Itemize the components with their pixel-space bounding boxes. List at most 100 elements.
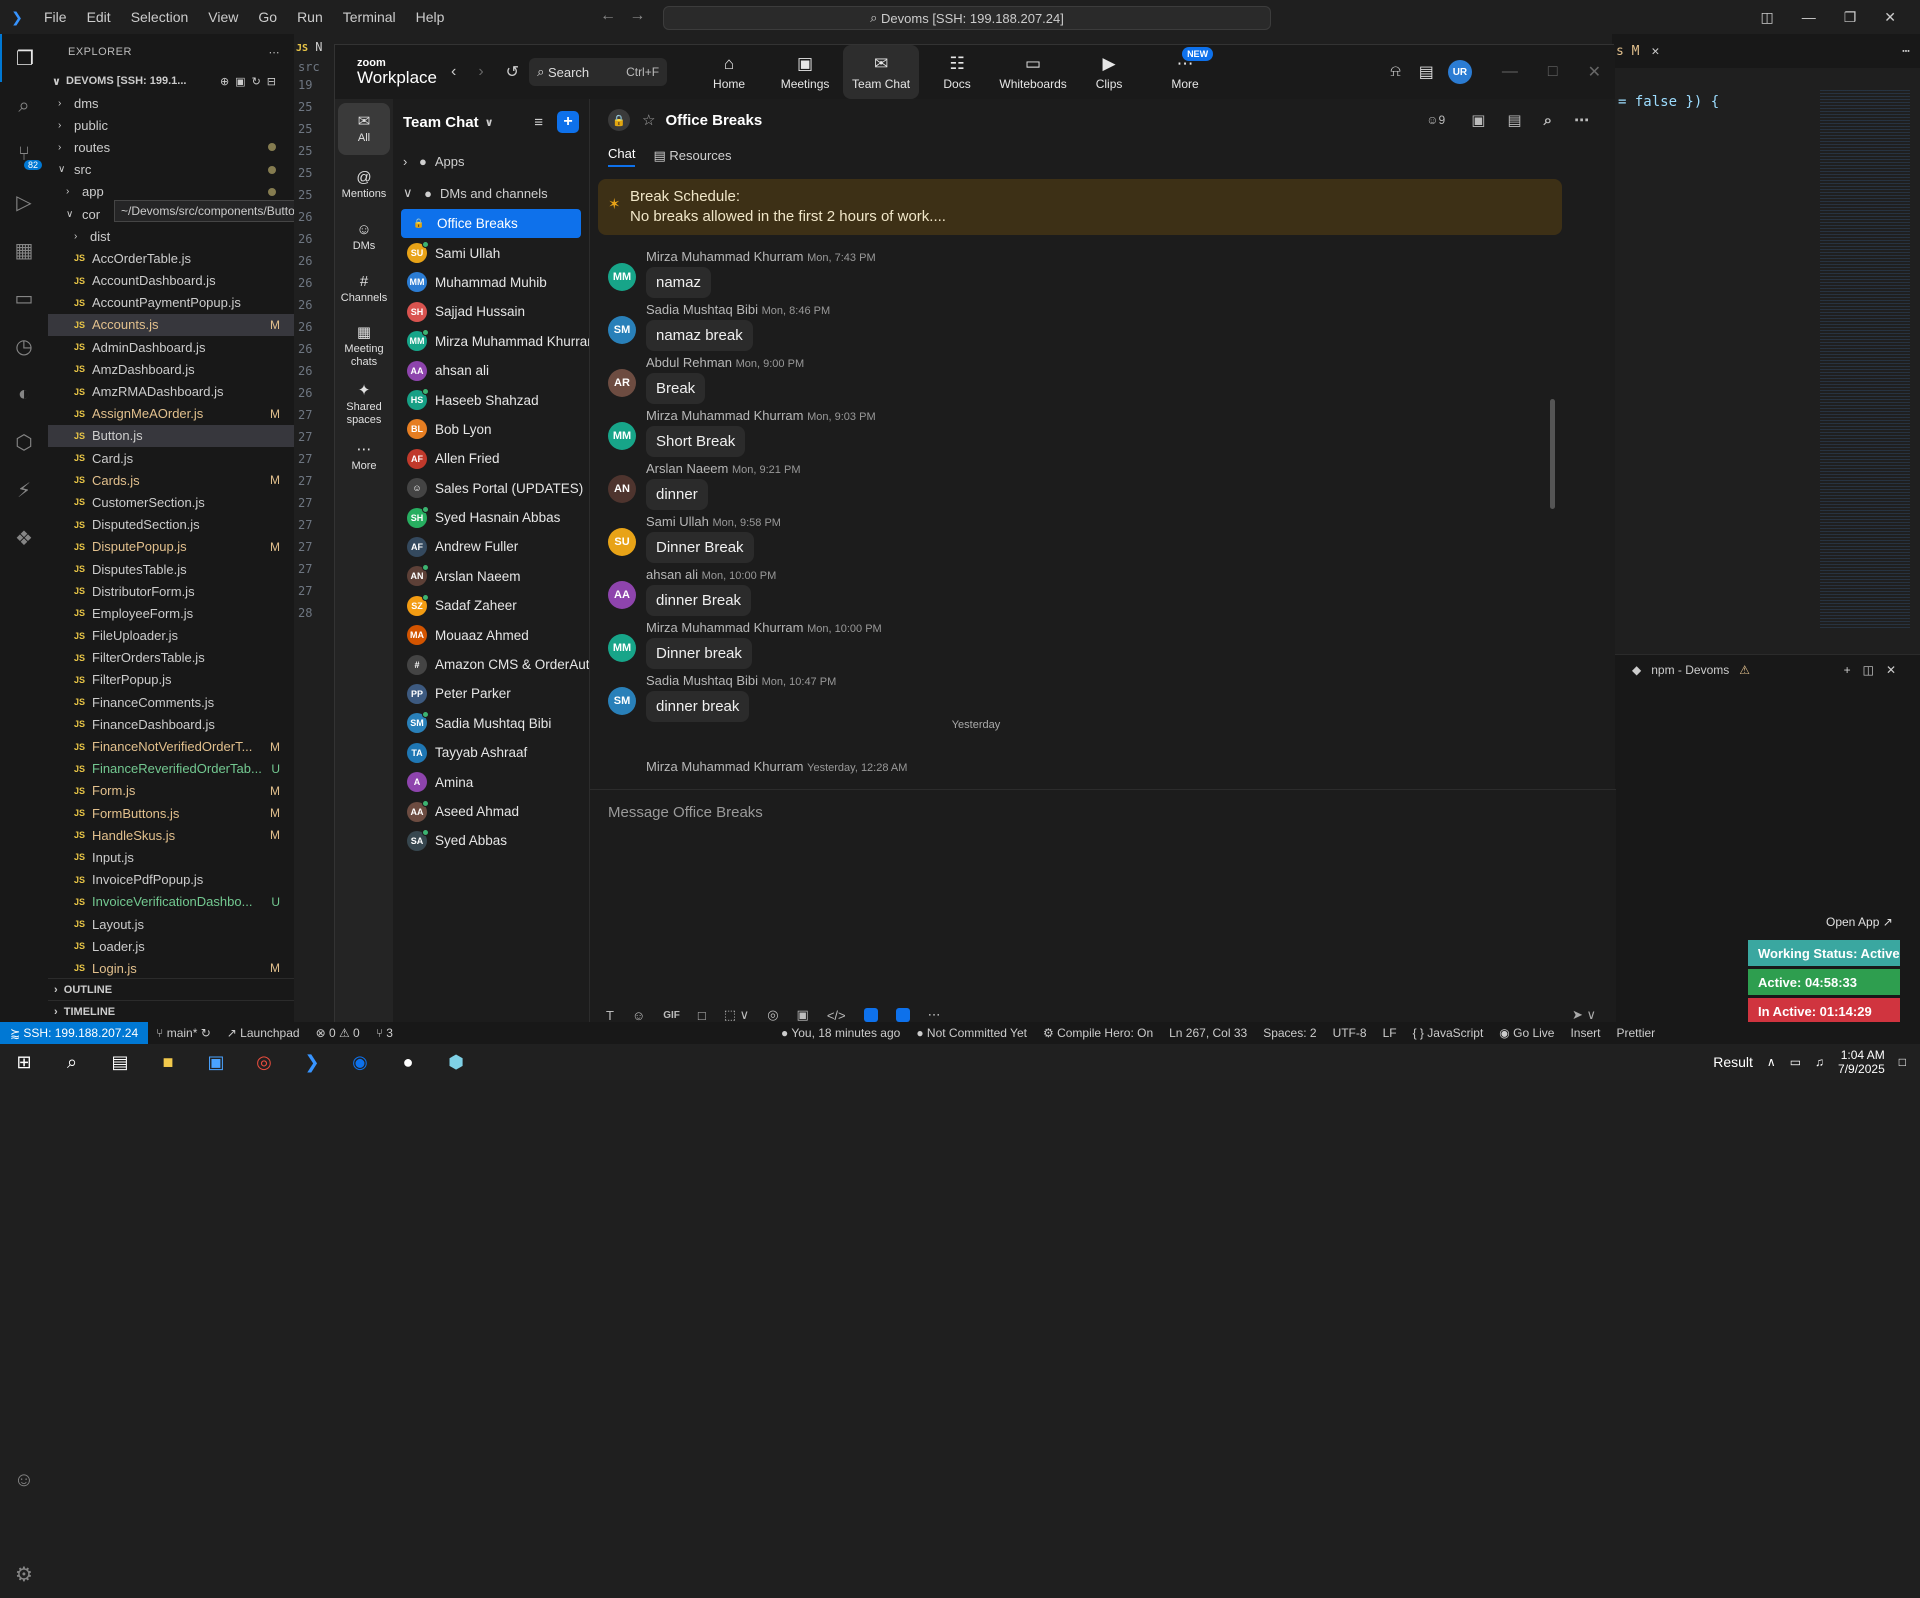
zoom-taskbar-icon[interactable]: ◉ — [336, 1044, 384, 1080]
channel-item[interactable]: 🔒 Office Breaks — [401, 209, 581, 239]
maximize-icon[interactable]: □ — [1548, 63, 1558, 81]
task-view-icon[interactable]: ▤ — [96, 1044, 144, 1080]
code-icon[interactable]: </> — [827, 1008, 846, 1023]
message-author[interactable]: Mirza Muhammad Khurram — [646, 620, 804, 635]
source-control-icon[interactable]: ⑂ 82 — [0, 130, 48, 178]
explorer-icon[interactable]: ❐ — [0, 34, 48, 82]
run-debug-icon[interactable]: ▷ — [0, 178, 48, 226]
file-row[interactable]: JS AccountDashboard.js — [48, 270, 294, 292]
forward-arrow-icon[interactable]: › — [478, 63, 483, 81]
clock[interactable]: 1:04 AM 7/9/2025 — [1838, 1048, 1885, 1077]
menu-run[interactable]: Run — [297, 9, 323, 25]
channel-item[interactable]: AA Aseed Ahmad — [393, 797, 589, 826]
channel-item[interactable]: # Amazon CMS & OrderAuto... — [393, 650, 589, 679]
network-icon[interactable]: ▭ — [1790, 1055, 1801, 1069]
file-row[interactable]: JS AccountPaymentPopup.js — [48, 292, 294, 314]
file-row[interactable]: JS FormButtons.js M — [48, 802, 294, 824]
filter-icon[interactable]: ≡ — [534, 114, 543, 131]
channel-item[interactable]: TA Tayyab Ashraaf — [393, 738, 589, 767]
tab-docs[interactable]: ☷ Docs — [919, 45, 995, 99]
message-author[interactable]: Sadia Mushtaq Bibi — [646, 673, 758, 688]
encoding[interactable]: UTF-8 — [1333, 1026, 1367, 1040]
branch-indicator[interactable]: ⑂ main* ↻ — [156, 1026, 211, 1040]
message-author[interactable]: Abdul Rehman — [646, 355, 732, 370]
tab-whiteboards[interactable]: ▭ Whiteboards — [995, 45, 1071, 99]
avatar[interactable]: AN — [608, 475, 636, 503]
result-label[interactable]: Result — [1713, 1054, 1753, 1070]
chat-list-title[interactable]: Team Chat — [403, 114, 479, 131]
message-author[interactable]: Sami Ullah — [646, 514, 709, 529]
avatar[interactable]: SU — [608, 528, 636, 556]
rail-shared-spaces[interactable]: ✦ Shared spaces — [335, 377, 393, 431]
file-row[interactable]: JS AssignMeAOrder.js M — [48, 403, 294, 425]
chevron-down-icon[interactable]: ∨ — [485, 116, 494, 129]
avatar[interactable]: SM — [608, 316, 636, 344]
blame-indicator[interactable]: ● You, 18 minutes ago — [781, 1026, 900, 1040]
app-icon[interactable] — [863, 1008, 878, 1022]
file-icon[interactable]: □ — [698, 1008, 706, 1023]
channel-item[interactable]: SA Syed Abbas — [393, 826, 589, 855]
language-mode[interactable]: { } JavaScript — [1413, 1026, 1484, 1040]
star-icon[interactable]: ☆ — [642, 111, 655, 129]
explorer-actions-icon[interactable]: ⊕▣↻⊟ — [220, 75, 282, 88]
folder-row[interactable]: › public — [48, 114, 294, 136]
insert-mode[interactable]: Insert — [1570, 1026, 1600, 1040]
close-icon[interactable]: ✕ — [1588, 62, 1601, 82]
file-row[interactable]: JS InvoicePdfPopup.js — [48, 869, 294, 891]
message-bubble[interactable]: dinner break — [646, 691, 750, 722]
menu-edit[interactable]: Edit — [87, 9, 111, 25]
message-author[interactable]: Arslan Naeem — [646, 461, 728, 476]
channel-item[interactable]: AF Allen Fried — [393, 444, 589, 473]
channel-item[interactable]: SZ Sadaf Zaheer — [393, 591, 589, 620]
layout-icon[interactable]: ◫ — [1760, 9, 1773, 26]
tab-chat[interactable]: Chat — [608, 146, 636, 167]
timeline-icon[interactable]: ◷ — [0, 322, 48, 370]
history-icon[interactable]: ↺ — [506, 62, 519, 82]
menu-view[interactable]: View — [208, 9, 238, 25]
search-icon[interactable]: ⌕ — [48, 1044, 96, 1080]
rail-more[interactable]: ⋯ More — [335, 431, 393, 483]
gif-icon[interactable]: GIF — [663, 1010, 680, 1021]
file-row[interactable]: JS Layout.js — [48, 913, 294, 935]
volume-icon[interactable]: ♫ — [1815, 1055, 1824, 1069]
file-row[interactable]: JS AdminDashboard.js — [48, 336, 294, 358]
python-icon[interactable]: ❖ — [0, 514, 48, 562]
calendar-icon[interactable]: ▤ — [1507, 111, 1521, 129]
video-icon[interactable]: ▣ — [1471, 111, 1485, 129]
store-icon[interactable]: ▣ — [192, 1044, 240, 1080]
restore-icon[interactable]: ❐ — [1844, 9, 1857, 26]
channel-item[interactable]: MM Mirza Muhammad Khurram — [393, 327, 589, 356]
channel-item[interactable]: PP Peter Parker — [393, 679, 589, 708]
message-bubble[interactable]: Short Break — [646, 426, 746, 457]
message-bubble[interactable]: namaz — [646, 267, 712, 298]
channel-item[interactable]: SH Syed Hasnain Abbas — [393, 503, 589, 532]
tab-home[interactable]: ⌂ Home — [691, 45, 767, 99]
file-row[interactable]: JS FilterPopup.js — [48, 669, 294, 691]
channel-item[interactable]: A Amina — [393, 767, 589, 796]
search-icon[interactable]: ⌕ — [0, 82, 48, 130]
eol[interactable]: LF — [1383, 1026, 1397, 1040]
message-author[interactable]: Mirza Muhammad Khurram — [646, 249, 804, 264]
zoom-search-box[interactable]: ⌕ Search Ctrl+F — [529, 58, 668, 86]
cursor-position[interactable]: Ln 267, Col 33 — [1169, 1026, 1247, 1040]
minimize-icon[interactable]: — — [1802, 9, 1816, 25]
app-taskbar-icon[interactable]: ● — [384, 1044, 432, 1080]
channel-item[interactable]: HS Haseeb Shahzad — [393, 385, 589, 414]
channel-item[interactable]: ☺ Sales Portal (UPDATES) — [393, 474, 589, 503]
file-row[interactable]: JS FilterOrdersTable.js — [48, 647, 294, 669]
members-count[interactable]: ☺9 — [1426, 113, 1445, 127]
more-icon[interactable]: ⋯ — [928, 1007, 941, 1023]
minimize-icon[interactable]: — — [1502, 63, 1518, 81]
message-author[interactable]: ahsan ali — [646, 567, 698, 582]
send-icon[interactable]: ➤ ∨ — [1572, 1007, 1596, 1023]
chat-scrollbar[interactable] — [1550, 399, 1555, 509]
user-avatar[interactable]: UR — [1447, 60, 1472, 84]
channel-item[interactable]: AN Arslan Naeem — [393, 562, 589, 591]
close-icon[interactable]: ✕ — [1884, 9, 1896, 26]
timeline-section[interactable]: › TIMELINE — [48, 1000, 294, 1022]
commit-indicator[interactable]: ● Not Committed Yet — [916, 1026, 1027, 1040]
folder-row[interactable]: › dist — [48, 225, 294, 247]
avatar[interactable]: MM — [608, 634, 636, 662]
menu-file[interactable]: File — [44, 9, 67, 25]
screenshot-icon[interactable]: ⬚ ∨ — [724, 1007, 749, 1023]
